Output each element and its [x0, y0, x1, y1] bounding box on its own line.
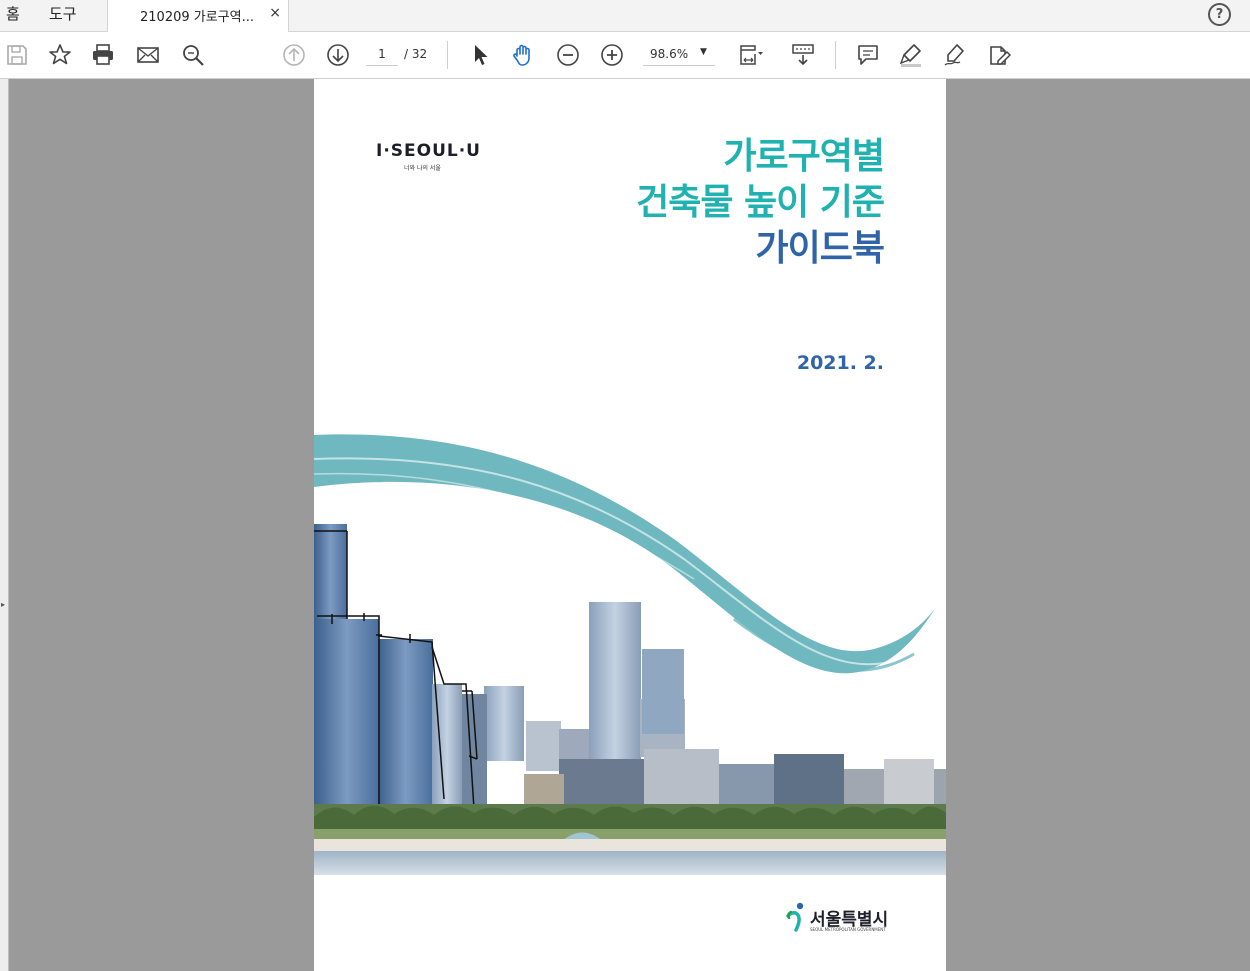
toolbar-separator — [835, 41, 836, 69]
publication-date: 2021. 2. — [796, 352, 884, 374]
seoul-symbol-icon — [786, 902, 804, 932]
publisher-subtitle: SEOUL METROPOLITAN GOVERNMENT — [810, 927, 886, 932]
help-icon[interactable]: ? — [1208, 3, 1231, 26]
document-tab-label: 210209 가로구역... — [140, 10, 254, 25]
seoul-government-logo: 서울특별시 SEOUL METROPOLITAN GOVERNMENT — [786, 902, 888, 936]
search-icon[interactable] — [180, 42, 206, 68]
city-skyline-illustration — [314, 434, 946, 875]
zoom-out-icon[interactable] — [555, 42, 581, 68]
logo-subtitle: 너와 나의 서울 — [404, 165, 441, 172]
chevron-down-icon: ▼ — [700, 47, 707, 57]
navigation-pane-strip[interactable]: ▸ — [0, 79, 9, 971]
next-page-icon[interactable] — [325, 42, 351, 68]
comment-icon[interactable] — [855, 42, 881, 68]
tab-tools[interactable]: 도구 — [49, 0, 77, 31]
select-cursor-icon[interactable] — [467, 42, 493, 68]
zoom-value: 98.6% — [650, 47, 689, 61]
title-line-3: 가이드북 — [755, 228, 885, 269]
pane-toggle-icon[interactable]: ▸ — [1, 600, 5, 609]
toolbar: 1 / 32 98.6% ▼ — [0, 32, 1250, 79]
zoom-in-icon[interactable] — [599, 42, 625, 68]
hand-icon[interactable] — [510, 42, 536, 68]
fit-page-icon[interactable] — [737, 42, 763, 68]
scroll-mode-icon[interactable] — [790, 42, 816, 68]
page-number-input[interactable]: 1 — [366, 43, 398, 66]
document-title: 가로구역별 건축물 높이 기준 가이드북 — [636, 134, 885, 272]
i-seoul-u-logo: I·SEOUL·U — [376, 141, 481, 161]
close-tab-icon[interactable]: × — [269, 5, 281, 21]
zoom-select[interactable]: 98.6% ▼ — [643, 43, 715, 66]
pdf-page: I·SEOUL·U 너와 나의 서울 가로구역별 건축물 높이 기준 가이드북 … — [314, 79, 946, 971]
fill-sign-icon[interactable] — [986, 42, 1012, 68]
print-icon[interactable] — [90, 42, 116, 68]
prev-page-icon[interactable] — [281, 42, 307, 68]
save-icon[interactable] — [4, 42, 30, 68]
email-icon[interactable] — [135, 42, 161, 68]
tab-document[interactable]: 210209 가로구역... × — [107, 0, 289, 32]
bookmark-star-icon[interactable] — [47, 42, 73, 68]
sign-icon[interactable] — [942, 42, 968, 68]
toolbar-separator — [447, 41, 448, 69]
tab-bar: 홈 도구 210209 가로구역... × ? — [0, 0, 1250, 32]
highlight-icon[interactable] — [898, 42, 924, 68]
tab-home[interactable]: 홈 — [6, 0, 20, 31]
title-line-2: 건축물 높이 기준 — [636, 182, 885, 223]
page-total: / 32 — [404, 47, 428, 61]
title-line-1: 가로구역별 — [723, 136, 885, 177]
